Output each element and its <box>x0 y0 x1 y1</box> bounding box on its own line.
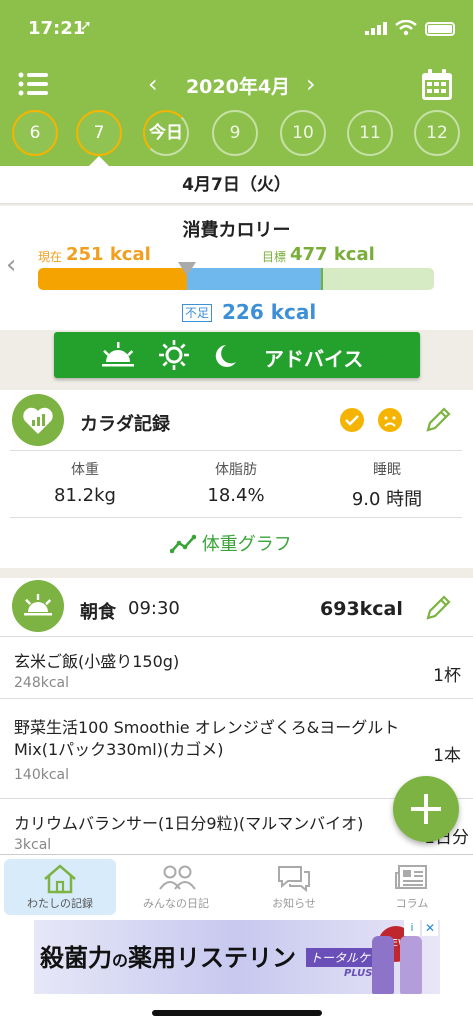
weight-graph-label: 体重グラフ <box>201 534 292 555</box>
selected-date: 4月7日（火） <box>0 166 473 204</box>
advice-label: アドバイス <box>264 347 364 371</box>
chevron-left-icon[interactable]: ‹ <box>6 250 16 280</box>
ad-headline-part: の <box>112 951 129 970</box>
current-fill <box>38 268 187 290</box>
food-kcal: 140kcal <box>14 767 69 783</box>
calendar-icon[interactable] <box>420 68 454 102</box>
bottle-image <box>400 936 422 994</box>
stat-value: 9.0 時間 <box>351 489 423 510</box>
meal-item[interactable]: 玄米ご飯(小盛り150g) 248kcal 1杯 <box>0 636 473 696</box>
tab-bar: わたしの記録 みんなの日記 お知らせ コラム <box>0 854 473 918</box>
food-kcal: 248kcal <box>14 675 69 691</box>
ad-product-sub: PLUS <box>344 968 373 979</box>
sunrise-sun-moon-icon <box>102 340 236 370</box>
stat-body-fat[interactable]: 体脂肪 18.4% <box>161 459 311 506</box>
goal-value: 477 kcal <box>290 244 375 265</box>
ad-info-icon[interactable]: i <box>404 920 420 936</box>
heart-chart-icon <box>12 394 64 446</box>
status-time: 17:21 <box>28 18 86 39</box>
body-record-card: カラダ記録 体重 81.2kg 体脂肪 18.4% 睡眠 9.0 時間 体重グラ… <box>0 390 473 568</box>
menu-icon[interactable] <box>18 72 48 96</box>
goal-marker <box>321 268 323 290</box>
ad-close-icon[interactable]: ✕ <box>422 920 438 936</box>
current-label: 現在 <box>38 250 63 264</box>
current-value: 251 kcal <box>66 244 151 265</box>
body-stats: 体重 81.2kg 体脂肪 18.4% 睡眠 9.0 時間 <box>10 450 462 518</box>
tab-label: みんなの日記 <box>143 897 209 910</box>
goal-label: 目標 <box>262 250 287 264</box>
food-qty: 1杯 <box>433 666 461 686</box>
prev-month-button[interactable]: ‹ <box>148 70 158 98</box>
line-chart-icon <box>169 534 197 554</box>
day-12[interactable]: 12 <box>414 110 460 156</box>
signal-icon <box>365 22 387 35</box>
calorie-progress-bar <box>38 268 434 290</box>
food-kcal: 3kcal <box>14 837 52 853</box>
sunrise-icon <box>12 580 64 632</box>
weight-graph-link[interactable]: 体重グラフ <box>169 530 292 556</box>
plus-icon <box>411 794 441 824</box>
home-indicator <box>152 1010 322 1016</box>
day-9[interactable]: 9 <box>212 110 258 156</box>
food-name: 玄米ご飯(小盛り150g) <box>14 652 180 671</box>
people-icon <box>159 865 196 890</box>
stat-value: 18.4% <box>207 485 265 506</box>
stat-value: 81.2kg <box>54 485 116 506</box>
app-header: 17:21 ➚ ‹ 2020年4月 › 6 7 今日 9 10 11 12 <box>0 0 473 166</box>
day-10[interactable]: 10 <box>280 110 326 156</box>
food-name: 野菜生活100 Smoothie オレンジざくろ&ヨーグルトMix(1パック33… <box>14 718 400 759</box>
calorie-title: 消費カロリー <box>182 220 291 241</box>
tab-my-record[interactable]: わたしの記録 <box>4 859 116 915</box>
meal-time: 09:30 <box>128 598 180 619</box>
newspaper-icon <box>395 865 427 889</box>
tab-notifications[interactable]: お知らせ <box>238 855 350 915</box>
deficit-label: 不足 <box>182 304 213 322</box>
selected-day-pointer <box>89 156 109 166</box>
day-today[interactable]: 今日 <box>143 110 189 156</box>
battery-icon <box>425 22 455 36</box>
advice-button[interactable]: アドバイス <box>54 332 420 378</box>
ad-headline-part: 殺菌力 <box>40 944 112 972</box>
stat-label: 体脂肪 <box>215 462 257 478</box>
meal-kcal: 693kcal <box>320 598 403 620</box>
food-name: カリウムバランサー(1日分9粒)(マルマンバイオ) <box>14 814 364 833</box>
day-selector: 6 7 今日 9 10 11 12 <box>0 110 473 158</box>
day-7[interactable]: 7 <box>76 110 122 156</box>
chat-icon <box>278 866 310 893</box>
deficit-value: 226 kcal <box>222 300 317 324</box>
stat-label: 睡眠 <box>373 462 401 478</box>
pencil-icon[interactable] <box>424 406 452 434</box>
deficit-fill <box>187 268 321 290</box>
ad-headline: 殺菌力の薬用リステリン <box>40 938 296 973</box>
wifi-icon <box>395 20 417 36</box>
ad-headline-part: 薬用リステリン <box>128 944 297 972</box>
tab-everyone-diary[interactable]: みんなの日記 <box>120 855 232 915</box>
sad-face-icon[interactable] <box>378 408 402 432</box>
day-6[interactable]: 6 <box>12 110 58 156</box>
tab-label: コラム <box>395 897 429 910</box>
tab-label: わたしの記録 <box>27 897 93 910</box>
stat-label: 体重 <box>71 462 99 478</box>
add-record-button[interactable] <box>393 776 459 842</box>
next-month-button[interactable]: › <box>306 70 316 98</box>
stat-sleep[interactable]: 睡眠 9.0 時間 <box>312 459 462 511</box>
month-title: 2020年4月 <box>185 76 291 98</box>
day-11[interactable]: 11 <box>347 110 393 156</box>
pencil-icon[interactable] <box>424 594 452 622</box>
current-marker-icon <box>178 262 196 276</box>
ad-banner[interactable]: 殺菌力の薬用リステリン トータルケア PLUS NEW i ✕ <box>34 920 440 994</box>
food-qty: 1本 <box>433 746 461 766</box>
location-icon: ➚ <box>80 18 92 34</box>
meal-title: 朝食 <box>80 602 116 623</box>
tab-label: お知らせ <box>272 897 316 910</box>
calorie-card: 消費カロリー ‹ 現在 251 kcal 目標 477 kcal 不足 226 … <box>0 206 473 330</box>
check-icon[interactable] <box>340 408 364 432</box>
body-record-title: カラダ記録 <box>80 414 170 435</box>
stat-weight[interactable]: 体重 81.2kg <box>10 459 160 506</box>
tab-column[interactable]: コラム <box>356 855 468 915</box>
status-bar: 17:21 ➚ <box>0 0 473 60</box>
month-nav: ‹ 2020年4月 › <box>0 62 473 106</box>
bottle-image <box>372 936 394 994</box>
home-icon <box>44 864 76 894</box>
